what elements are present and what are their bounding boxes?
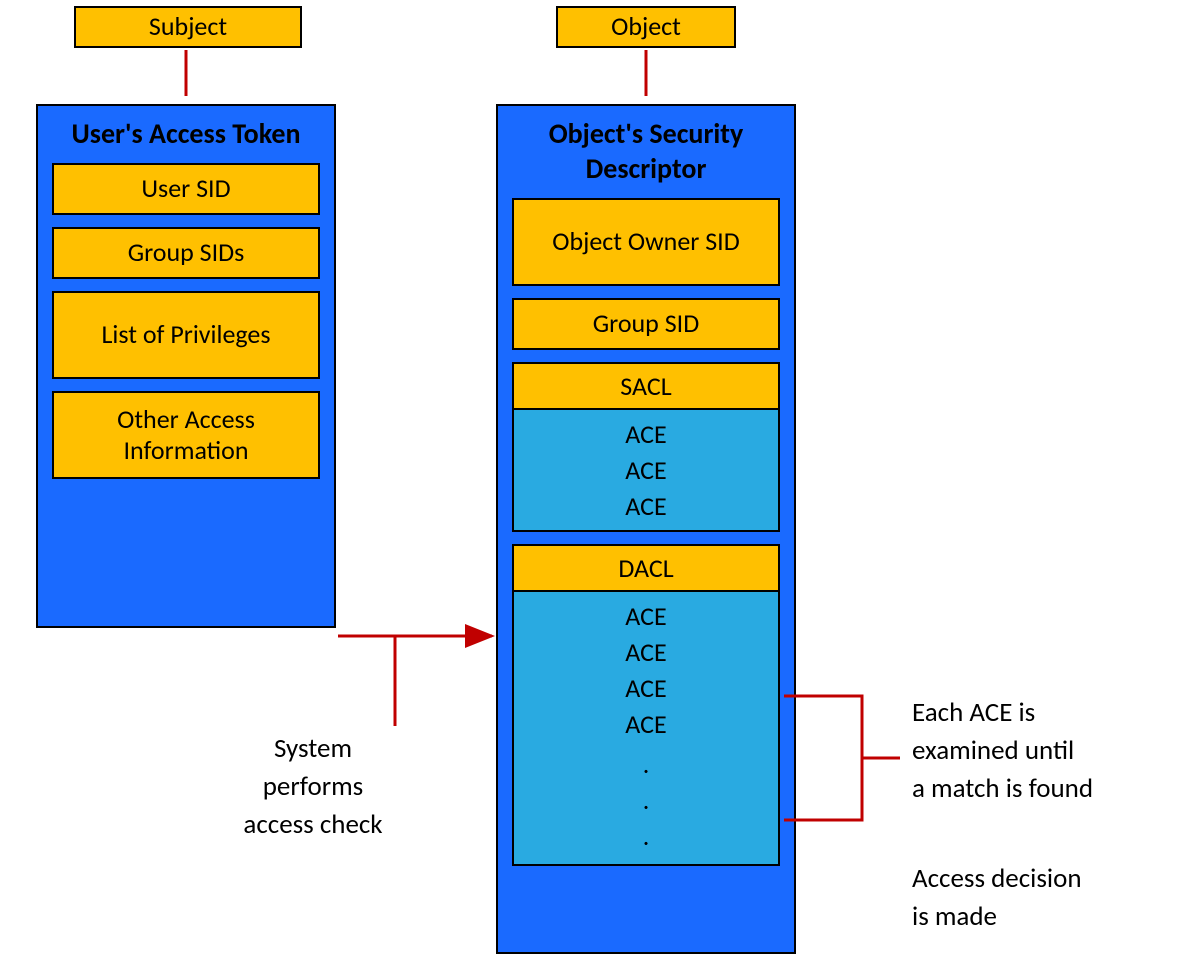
token-group-sids-label: Group SIDs <box>128 237 245 268</box>
dacl-ace: ACE <box>514 670 778 706</box>
object-box: Object <box>556 6 736 48</box>
dacl-ace: . <box>514 818 778 854</box>
caption-examine-l1: Each ACE is <box>912 696 1035 729</box>
descriptor-owner: Object Owner SID <box>512 198 780 286</box>
sacl-block: SACL ACE ACE ACE <box>512 362 780 532</box>
caption-decision-l2: is made <box>912 900 997 933</box>
dacl-header: DACL <box>514 546 778 592</box>
token-title: User's Access Token <box>38 106 334 163</box>
dacl-body: ACE ACE ACE ACE . . . <box>514 592 778 864</box>
dacl-ace: . <box>514 742 778 782</box>
caption-access-check: System performs access check <box>218 730 408 843</box>
descriptor-owner-label: Object Owner SID <box>552 226 739 257</box>
caption-examine-l2: examined until <box>912 734 1074 767</box>
token-privileges: List of Privileges <box>52 291 320 379</box>
dacl-ace: ACE <box>514 598 778 634</box>
security-descriptor-container: Object's Security Descriptor Object Owne… <box>496 104 796 954</box>
dacl-ace: . <box>514 782 778 818</box>
token-privileges-label: List of Privileges <box>101 319 270 350</box>
caption-decision: Access decision is made <box>912 860 1082 936</box>
token-user-sid: User SID <box>52 163 320 215</box>
descriptor-title: Object's Security Descriptor <box>498 106 794 198</box>
sacl-ace: ACE <box>514 452 778 488</box>
dacl-block: DACL ACE ACE ACE ACE . . . <box>512 544 780 866</box>
subject-label: Subject <box>149 11 227 42</box>
dacl-ace: ACE <box>514 706 778 742</box>
caption-access-check-l2: performs <box>263 770 364 803</box>
access-token-container: User's Access Token User SID Group SIDs … <box>36 104 336 628</box>
token-group-sids: Group SIDs <box>52 227 320 279</box>
descriptor-group-label: Group SID <box>593 308 699 339</box>
dacl-ace: ACE <box>514 634 778 670</box>
caption-examine-l3: a match is found <box>912 772 1093 805</box>
object-label: Object <box>611 11 681 42</box>
caption-access-check-l3: access check <box>243 808 382 841</box>
descriptor-group: Group SID <box>512 298 780 350</box>
sacl-ace: ACE <box>514 488 778 524</box>
caption-access-check-l1: System <box>274 732 352 765</box>
sacl-header: SACL <box>514 364 778 410</box>
sacl-ace: ACE <box>514 416 778 452</box>
subject-box: Subject <box>74 6 302 48</box>
caption-decision-l1: Access decision <box>912 862 1082 895</box>
token-user-sid-label: User SID <box>141 173 230 204</box>
sacl-body: ACE ACE ACE <box>514 410 778 530</box>
token-other-label: Other Access Information <box>60 404 312 466</box>
token-other: Other Access Information <box>52 391 320 479</box>
caption-examine: Each ACE is examined until a match is fo… <box>912 694 1093 807</box>
